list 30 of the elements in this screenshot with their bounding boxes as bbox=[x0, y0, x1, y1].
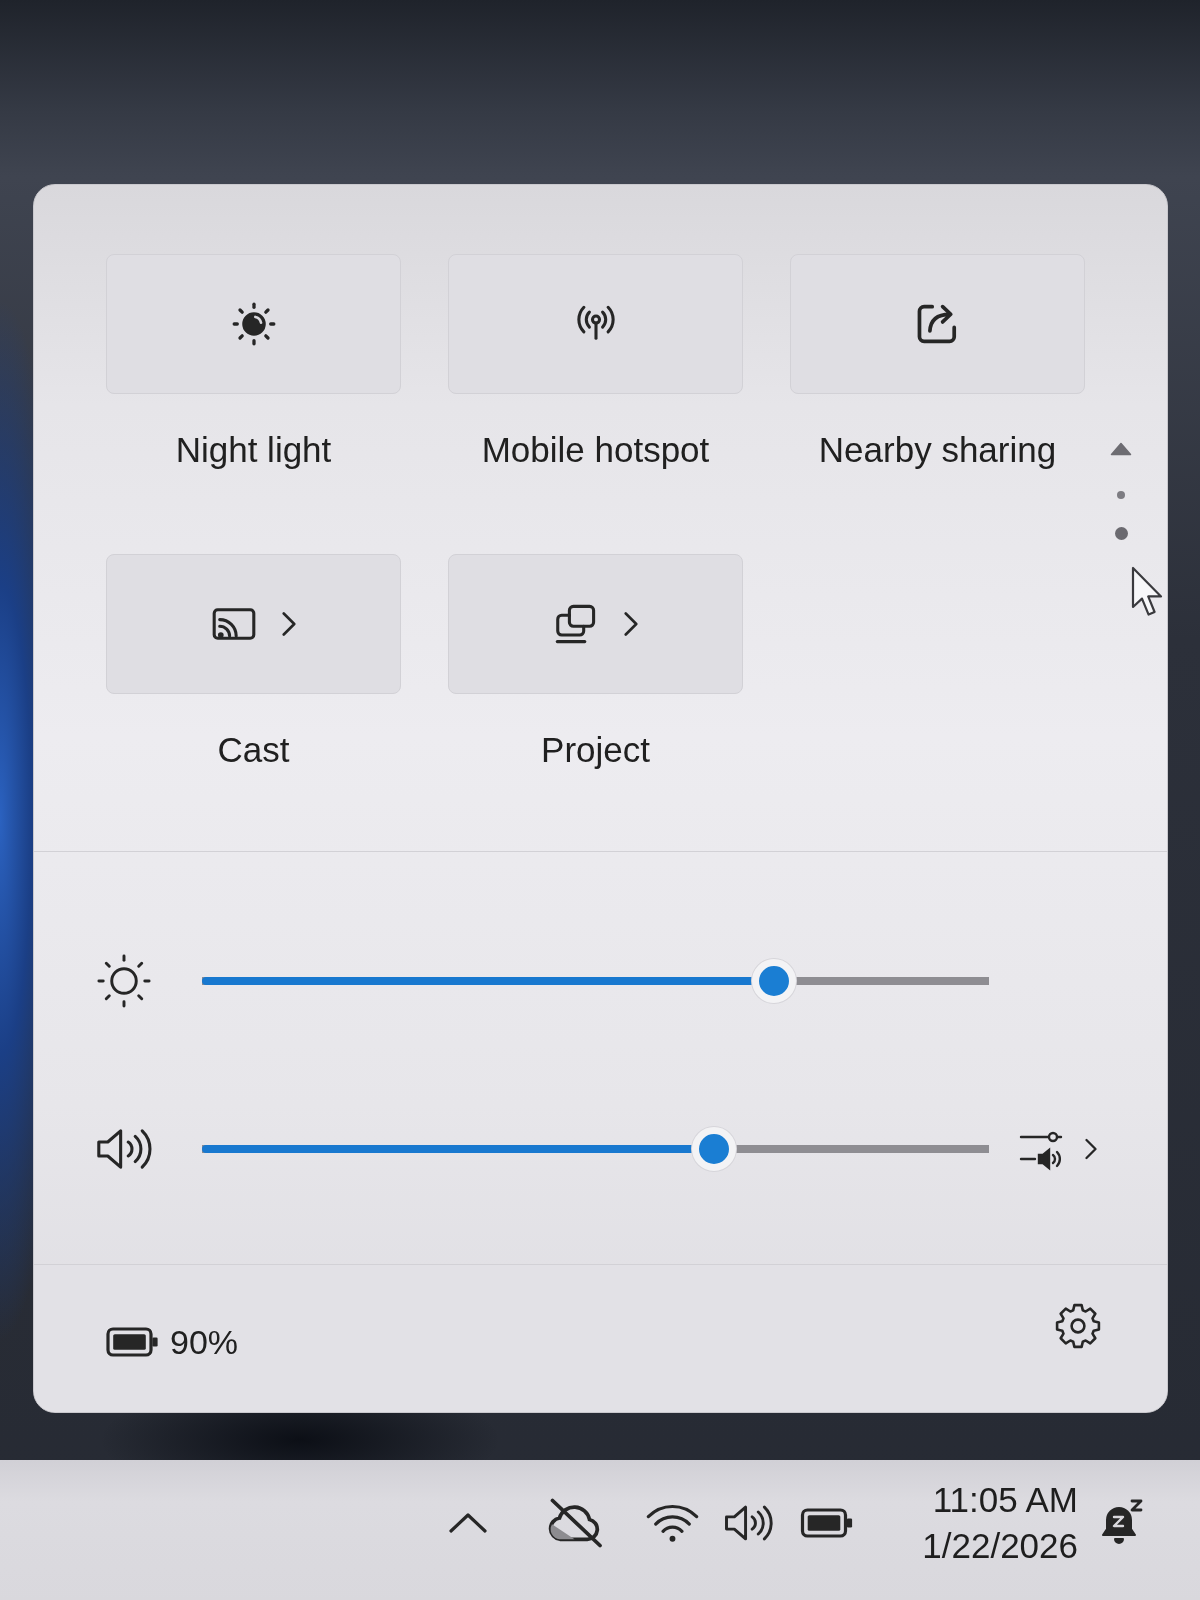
chevron-right-icon bbox=[281, 611, 296, 637]
project-icon bbox=[553, 602, 598, 646]
menu-tile-button[interactable] bbox=[106, 554, 401, 694]
tile-label: Cast bbox=[217, 729, 290, 771]
menu-tile-button[interactable] bbox=[448, 554, 743, 694]
page-up-icon[interactable] bbox=[1110, 442, 1132, 456]
clock-time[interactable]: 11:05 AM bbox=[932, 1477, 1078, 1523]
battery-percentage: 90% bbox=[170, 1321, 239, 1362]
page-dot[interactable] bbox=[1117, 491, 1125, 499]
slider-thumb[interactable] bbox=[751, 959, 796, 1003]
toggle-tile-button[interactable] bbox=[106, 254, 401, 394]
mouse-pointer-icon bbox=[1131, 566, 1165, 618]
chevron-right-icon bbox=[623, 611, 638, 637]
toggle-tile-button[interactable] bbox=[790, 254, 1085, 394]
slider-thumb[interactable] bbox=[692, 1127, 737, 1171]
wifi-icon[interactable] bbox=[645, 1502, 700, 1544]
page-dot[interactable] bbox=[1114, 527, 1128, 540]
tile-label: Nearby sharing bbox=[818, 429, 1057, 471]
settings-icon[interactable] bbox=[1055, 1302, 1101, 1349]
clock-date[interactable]: 1/22/2026 bbox=[922, 1523, 1078, 1569]
chevron-right-icon[interactable] bbox=[1085, 1138, 1097, 1160]
tile-label: Night light bbox=[175, 429, 332, 471]
caret-up-icon[interactable] bbox=[448, 1512, 488, 1534]
toggle-tile-button[interactable] bbox=[448, 254, 743, 394]
tile-label: Mobile hotspot bbox=[481, 429, 710, 471]
tile-label: Project bbox=[541, 729, 650, 771]
brightness-icon bbox=[96, 953, 152, 1009]
battery-icon[interactable] bbox=[106, 1325, 160, 1358]
night-light-icon bbox=[231, 302, 276, 346]
battery-icon[interactable] bbox=[800, 1507, 855, 1539]
